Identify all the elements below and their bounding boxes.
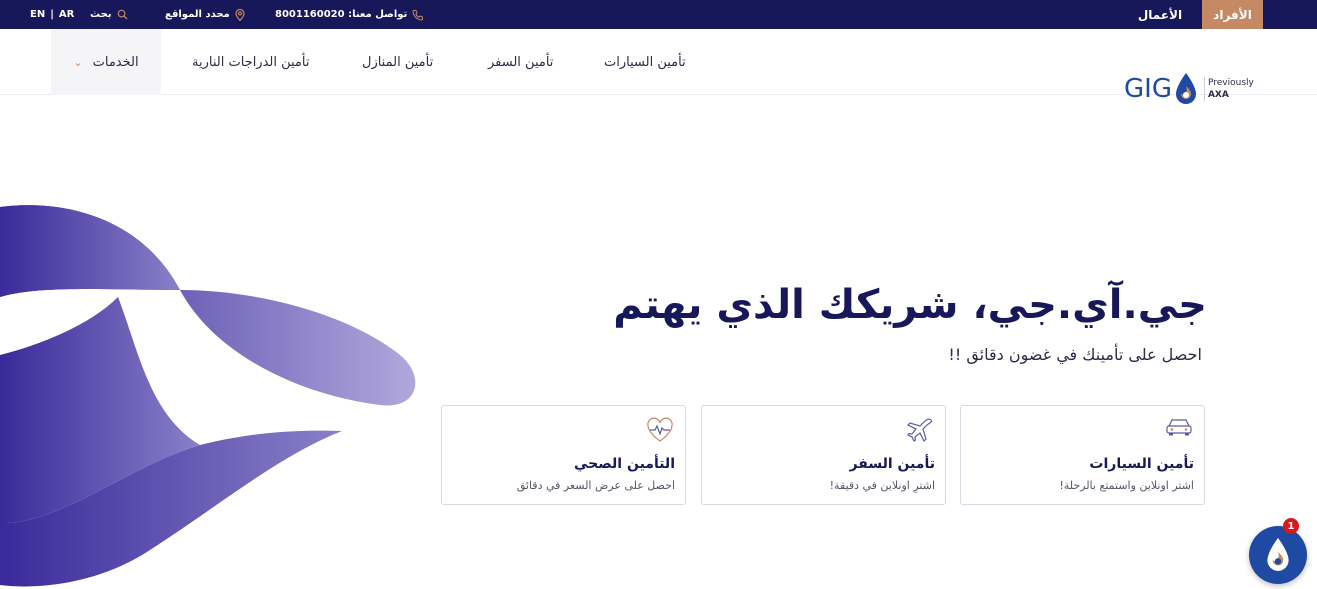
airplane-icon xyxy=(906,418,933,443)
car-card-subtitle: اشتر اونلاين واستمتع بالرحلة! xyxy=(1059,479,1194,492)
nav-services-label: الخدمات xyxy=(92,54,139,70)
hero-title: جي.آي.جي، شريكك الذي يهتم xyxy=(613,282,1207,328)
phone-icon xyxy=(412,9,424,21)
previously-axa: Previously AXA xyxy=(1203,77,1254,101)
top-bar: EN | AR بحث محدد المواقع تواصل معنا: 800… xyxy=(0,0,1317,29)
nav-home-insurance[interactable]: تأمين المنازل xyxy=(362,29,433,95)
nav-motorcycle-insurance[interactable]: تأمين الدراجات النارية xyxy=(192,29,309,95)
search-icon xyxy=(117,9,128,20)
car-card-title: تأمين السيارات xyxy=(1089,456,1194,472)
search-link[interactable]: بحث xyxy=(90,0,128,29)
gig-logo[interactable]: GIG Previously AXA xyxy=(1124,72,1254,106)
car-icon xyxy=(1166,419,1192,436)
logo-text: GIG xyxy=(1124,74,1172,104)
lang-ar[interactable]: AR xyxy=(59,9,74,20)
travel-card-subtitle: اشترِ اونلاين في دقيقة! xyxy=(829,479,935,492)
heart-pulse-icon xyxy=(647,417,673,442)
gig-drop-icon xyxy=(1267,538,1289,571)
hero-decorative-shape xyxy=(0,205,416,587)
nav-travel-insurance[interactable]: تأمين السفر xyxy=(488,29,553,95)
health-card-subtitle: احصل على عرض السعر في دقائق xyxy=(516,479,675,492)
language-switcher[interactable]: EN | AR xyxy=(30,0,74,29)
chat-widget-button[interactable] xyxy=(1249,526,1307,584)
lang-separator: | xyxy=(50,9,54,20)
health-insurance-card[interactable]: التأمين الصحي احصل على عرض السعر في دقائ… xyxy=(441,405,686,505)
gig-drop-icon xyxy=(1175,73,1196,104)
travel-card-title: تأمين السفر xyxy=(849,456,935,472)
nav-services-dropdown[interactable]: ⌄ الخدمات xyxy=(51,29,161,95)
travel-insurance-card[interactable]: تأمين السفر اشترِ اونلاين في دقيقة! xyxy=(701,405,946,505)
contact-link[interactable]: تواصل معنا: 8001160020 xyxy=(275,0,424,29)
location-pin-icon xyxy=(235,8,245,21)
segment-individuals[interactable]: الأفراد xyxy=(1202,0,1263,29)
axa-label: AXA xyxy=(1207,90,1229,100)
contact-label: تواصل معنا: 8001160020 xyxy=(275,9,408,20)
main-navbar: ⌄ الخدمات تأمين الدراجات النارية تأمين ا… xyxy=(0,29,1317,104)
previously-label: Previously xyxy=(1207,78,1254,88)
chevron-down-icon: ⌄ xyxy=(73,55,83,69)
segment-business[interactable]: الأعمال xyxy=(1128,0,1192,29)
locator-link[interactable]: محدد المواقع xyxy=(165,0,245,29)
health-card-title: التأمين الصحي xyxy=(574,456,675,472)
lang-en[interactable]: EN xyxy=(30,9,45,20)
hero-subtitle: احصل على تأمينك في غضون دقائق !! xyxy=(948,345,1202,364)
car-insurance-card[interactable]: تأمين السيارات اشتر اونلاين واستمتع بالر… xyxy=(960,405,1205,505)
locator-label: محدد المواقع xyxy=(165,9,230,20)
search-label: بحث xyxy=(90,9,112,20)
chat-notification-badge: 1 xyxy=(1283,518,1299,534)
nav-car-insurance[interactable]: تأمين السيارات xyxy=(604,29,686,95)
